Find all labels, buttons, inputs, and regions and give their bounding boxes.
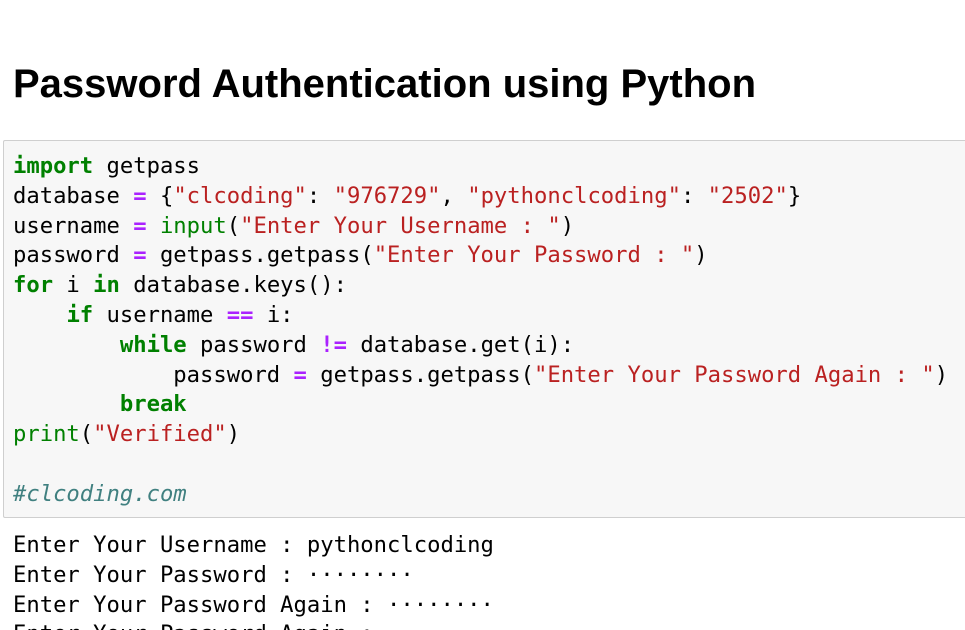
string-token: "clcoding"	[173, 182, 307, 209]
string-token: "2502"	[707, 182, 788, 209]
code-token: getpass.getpass(	[306, 361, 534, 388]
code-editor[interactable]: import getpass database = {"clcoding": "9…	[13, 152, 948, 510]
string-token: "Enter Your Password : "	[373, 242, 695, 269]
string-token: "976729"	[333, 182, 441, 209]
code-token: }	[787, 182, 802, 209]
code-token: password	[13, 242, 134, 269]
keyword-token: import	[13, 153, 94, 179]
code-line: import getpass	[13, 152, 948, 182]
code-token: )	[226, 421, 241, 448]
page-title: Password Authentication using Python	[13, 62, 757, 106]
code-token: ,	[440, 182, 468, 209]
cell-output: Enter Your Username : pythonclcoding Ente…	[13, 531, 494, 630]
string-token: "Verified"	[93, 421, 227, 448]
output-line: Enter Your Password Again :	[13, 620, 494, 630]
code-line: username = input("Enter Your Username : …	[13, 212, 948, 242]
code-token: password	[13, 361, 294, 388]
code-cell[interactable]: import getpass database = {"clcoding": "9…	[3, 140, 965, 518]
code-token: :	[680, 182, 708, 209]
code-token: :	[306, 182, 334, 209]
string-token: "Enter Your Password Again : "	[533, 361, 935, 388]
keyword-token: in	[93, 272, 120, 299]
operator-token: =	[133, 212, 147, 239]
code-token: password	[186, 331, 321, 358]
string-token: "Enter Your Username : "	[240, 212, 561, 239]
code-token: database.get(i):	[346, 331, 575, 358]
code-token: )	[560, 212, 575, 239]
operator-token: =	[133, 242, 147, 269]
code-token: database.keys():	[119, 272, 347, 299]
code-token: i	[53, 272, 94, 299]
output-line: Enter Your Password : ········	[13, 561, 414, 588]
code-token: )	[934, 361, 949, 388]
operator-token: !=	[320, 331, 347, 358]
output-line: Enter Your Password Again : ········	[13, 591, 494, 618]
code-line: if username == i:	[13, 301, 948, 331]
keyword-token: break	[119, 391, 187, 418]
code-line: print("Verified")	[13, 420, 948, 450]
code-token: username	[13, 212, 134, 239]
operator-token: =	[133, 182, 147, 209]
code-line: database = {"clcoding": "976729", "pytho…	[13, 182, 948, 212]
keyword-token: if	[66, 301, 94, 328]
code-token: {	[146, 182, 174, 209]
string-token: "pythonclcoding"	[467, 182, 681, 209]
code-token: )	[694, 242, 708, 269]
code-line: break	[13, 390, 948, 420]
operator-token: ==	[226, 301, 254, 328]
code-line: #clcoding.com	[13, 480, 948, 510]
operator-token: =	[293, 361, 307, 388]
code-line: while password != database.get(i):	[13, 331, 948, 361]
code-token: (	[226, 212, 241, 239]
code-token: i:	[253, 301, 294, 328]
code-token: getpass	[93, 153, 201, 179]
builtin-token: input	[159, 212, 227, 239]
notebook-page: Password Authentication using Python imp…	[0, 0, 965, 630]
output-line: Enter Your Username : pythonclcoding	[13, 532, 494, 558]
code-token: (	[79, 421, 94, 448]
keyword-token: for	[13, 272, 54, 299]
code-line: for i in database.keys():	[13, 271, 948, 301]
code-token: username	[93, 301, 227, 328]
code-token: getpass.getpass(	[146, 242, 374, 269]
code-line: password = getpass.getpass("Enter Your P…	[13, 361, 948, 391]
code-line: password = getpass.getpass("Enter Your P…	[13, 241, 948, 271]
builtin-token: print	[13, 421, 80, 448]
keyword-token: while	[119, 331, 187, 358]
code-token: database	[13, 182, 134, 209]
comment-token: #clcoding.com	[13, 480, 187, 507]
